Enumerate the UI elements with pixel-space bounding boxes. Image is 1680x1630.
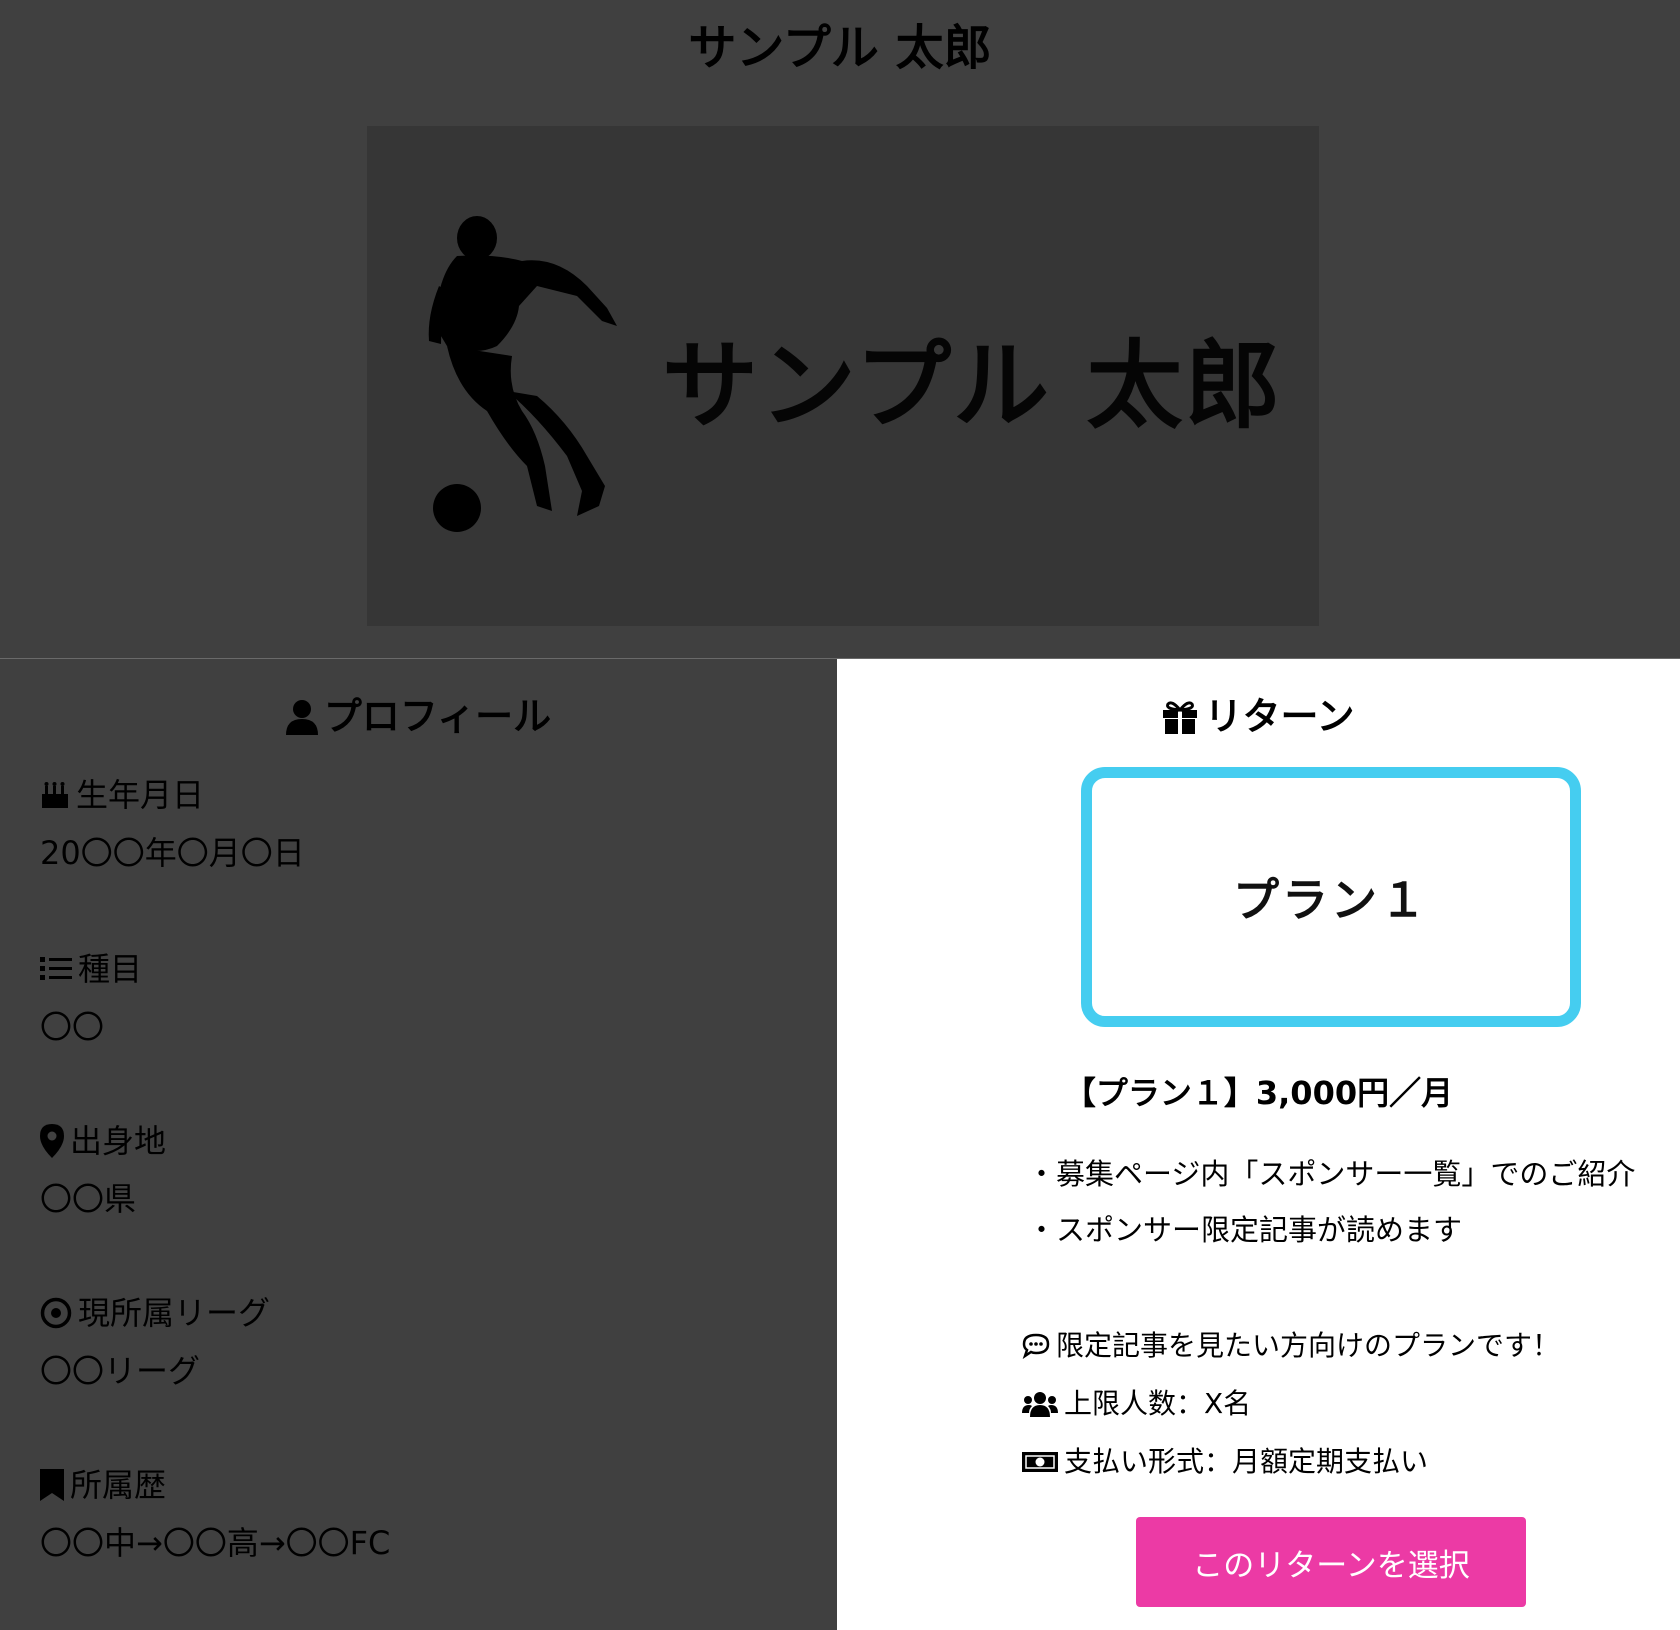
history-value: 〇〇中→〇〇高→〇〇FC [40, 1524, 391, 1562]
page-title: サンプル 太郎 [688, 20, 992, 76]
map-pin-icon [40, 1124, 64, 1158]
profile-item-hometown: 出身地 〇〇県 [40, 1117, 166, 1221]
plan-limit-text: 上限人数：X名 [1064, 1387, 1252, 1420]
sport-label: 種目 [78, 950, 143, 988]
profile-item-league: 現所属リーグ 〇〇リーグ [40, 1289, 270, 1393]
benefit-item: ・スポンサー限定記事が読めます [1027, 1213, 1463, 1247]
plan-card-label: プラン１ [1233, 873, 1429, 927]
birthdate-value: 20〇〇年〇月〇日 [40, 834, 305, 872]
plan-limit: 上限人数：X名 [1022, 1383, 1251, 1424]
profile-item-birthdate: 生年月日 20〇〇年〇月〇日 [40, 771, 305, 875]
hero-image: サンプル 太郎 [367, 126, 1319, 626]
money-bill-icon [1022, 1452, 1058, 1472]
gift-icon [1163, 700, 1198, 734]
hometown-label: 出身地 [70, 1122, 167, 1160]
select-return-button[interactable]: このリターンを選択 [1136, 1517, 1526, 1607]
profile-heading-label: プロフィール [323, 694, 552, 739]
returns-heading-label: リターン [1204, 694, 1355, 739]
bookmark-icon [40, 1469, 64, 1501]
league-value: 〇〇リーグ [40, 1352, 201, 1390]
returns-panel: リターン プラン１ 【プラン１】3,000円／月 ・募集ページ内「スポンサー一覧… [837, 659, 1680, 1630]
history-label: 所属歴 [70, 1466, 167, 1504]
plan-price: 【プラン１】3,000円／月 [1063, 1074, 1454, 1112]
plan-comment-text: 限定記事を見たい方向けのプランです！ [1056, 1329, 1561, 1362]
target-circle-icon [40, 1297, 72, 1329]
profile-panel: プロフィール 生年月日 20〇〇年〇月〇日 種目 〇〇 出身地 〇〇県 現所属リ… [0, 659, 837, 1630]
birthday-cake-icon [42, 782, 68, 808]
benefit-item: ・募集ページ内「スポンサー一覧」でのご紹介 [1027, 1157, 1636, 1191]
league-label: 現所属リーグ [78, 1294, 271, 1332]
speech-bubble-icon [1022, 1333, 1050, 1359]
users-icon [1022, 1392, 1058, 1417]
profile-item-sport: 種目 〇〇 [40, 945, 142, 1049]
returns-heading: リターン [837, 689, 1680, 742]
plan-card-image: プラン１ [1081, 767, 1581, 1027]
birthdate-label: 生年月日 [76, 776, 205, 814]
soccer-player-silhouette-icon [428, 216, 617, 532]
plan-payment-text: 支払い形式：月額定期支払い [1064, 1445, 1429, 1478]
plan-payment: 支払い形式：月額定期支払い [1022, 1441, 1428, 1482]
profile-item-history: 所属歴 〇〇中→〇〇高→〇〇FC [40, 1461, 390, 1565]
plan-comment: 限定記事を見たい方向けのプランです！ [1022, 1325, 1560, 1366]
user-icon [285, 699, 318, 735]
hometown-value: 〇〇県 [40, 1180, 137, 1218]
list-icon [40, 957, 72, 980]
sport-value: 〇〇 [40, 1008, 105, 1046]
hero-name-text: サンプル 太郎 [662, 330, 1283, 442]
header-section: サンプル 太郎 サンプル 太郎 [0, 0, 1680, 658]
profile-heading: プロフィール [0, 689, 837, 742]
